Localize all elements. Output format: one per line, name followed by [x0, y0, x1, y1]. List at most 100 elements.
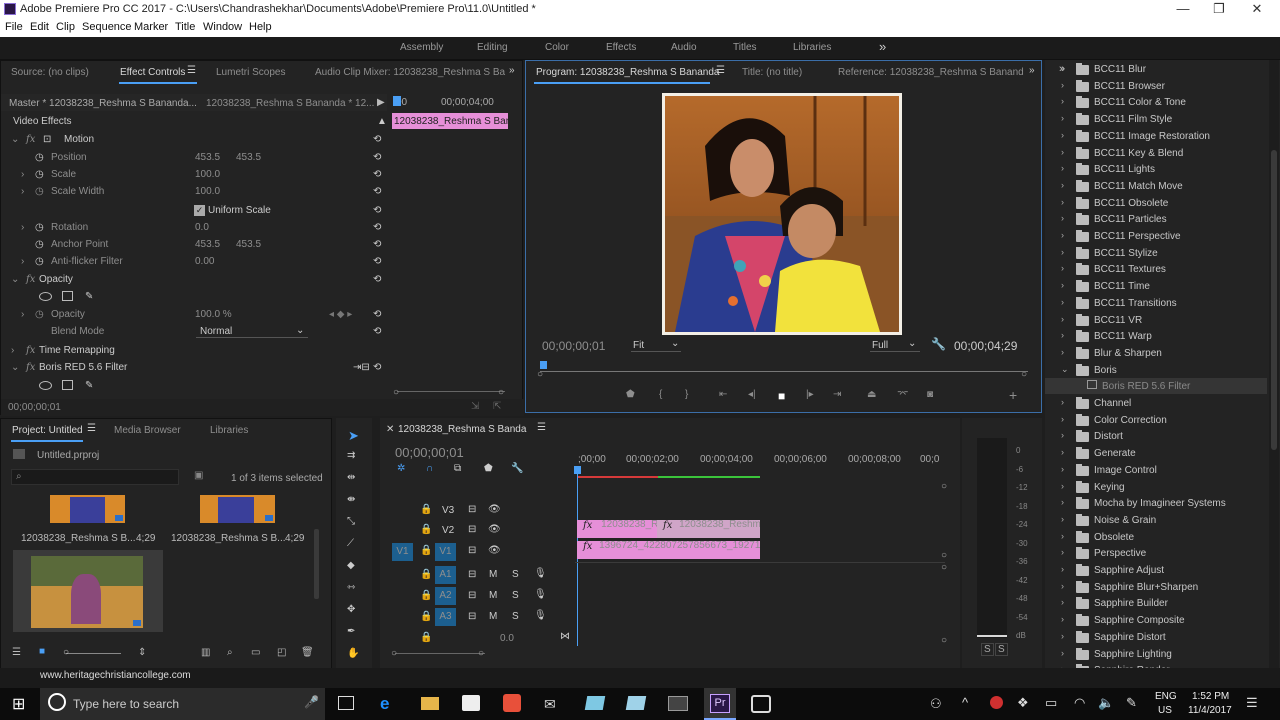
- mini-clip-bar[interactable]: 12038238_Reshma S Bana: [392, 113, 508, 129]
- fx-badge[interactable]: fx: [26, 134, 35, 145]
- expand-icon[interactable]: ›: [1061, 531, 1064, 541]
- effect-bin[interactable]: › Channel: [1045, 395, 1267, 411]
- expand-icon[interactable]: ›: [1061, 147, 1064, 157]
- stop-button-icon[interactable]: ■: [778, 389, 785, 403]
- expand-icon[interactable]: ›: [1061, 130, 1064, 140]
- tab-project[interactable]: Project: Untitled: [12, 425, 83, 436]
- clip-thumbnail-1[interactable]: [50, 495, 125, 523]
- effect-bin[interactable]: › BCC11 VR: [1045, 312, 1267, 328]
- menu-help[interactable]: Help: [249, 21, 272, 33]
- ruler-zoom-right-handle[interactable]: ○: [1021, 369, 1027, 380]
- menu-marker[interactable]: Marker: [134, 21, 168, 33]
- effect-bin[interactable]: › BCC11 Textures: [1045, 261, 1267, 277]
- track-label[interactable]: A2: [435, 587, 456, 605]
- project-scrollbar[interactable]: [314, 529, 319, 599]
- expand-icon[interactable]: ›: [21, 256, 24, 267]
- effect-bin[interactable]: › Sapphire Builder: [1045, 595, 1267, 611]
- mute-button[interactable]: M: [489, 569, 497, 580]
- mail-icon[interactable]: ✉: [544, 696, 556, 713]
- menu-clip[interactable]: Clip: [56, 21, 75, 33]
- expand-icon[interactable]: ›: [1061, 197, 1064, 207]
- solo-button[interactable]: S: [512, 611, 519, 622]
- workspace-color[interactable]: Color: [545, 42, 569, 53]
- expand-tabs-icon[interactable]: »: [1029, 65, 1035, 76]
- solo-button[interactable]: S: [512, 590, 519, 601]
- expand-icon[interactable]: ›: [1061, 430, 1064, 440]
- region-indicator[interactable]: US: [1158, 705, 1172, 716]
- keyframe-nav-icon[interactable]: ◂ ◆ ▸: [329, 309, 352, 320]
- sync-lock-icon[interactable]: ⊟: [468, 611, 476, 622]
- effect-bin[interactable]: › BCC11 Lights: [1045, 161, 1267, 177]
- panel-menu-icon[interactable]: ☰: [537, 422, 546, 433]
- fx-badge[interactable]: fx: [26, 345, 35, 356]
- source-patch-v1[interactable]: V1: [392, 543, 413, 561]
- expand-icon[interactable]: ›: [1061, 280, 1064, 290]
- effect-bin[interactable]: › BCC11 Key & Blend: [1045, 145, 1267, 161]
- effect-bin[interactable]: › BCC11 Film Style: [1045, 111, 1267, 127]
- microphone-icon[interactable]: 🎙: [534, 568, 547, 579]
- stopwatch-icon[interactable]: ◷: [35, 222, 44, 233]
- zoom-handle-right[interactable]: ○: [478, 648, 484, 659]
- timeline-clip-v1[interactable]: fx 1396724_422807257856673_192710: [577, 541, 760, 559]
- app-icon[interactable]: [751, 695, 771, 713]
- windows-start-icon[interactable]: ⊞: [12, 694, 25, 714]
- master-volume-value[interactable]: 0.0: [500, 633, 514, 644]
- file-explorer-icon[interactable]: [421, 697, 439, 710]
- eye-icon[interactable]: 👁: [488, 504, 501, 515]
- export-frame-icon[interactable]: ◙: [927, 389, 933, 400]
- lock-icon[interactable]: 🔒: [420, 545, 432, 556]
- effect-bin[interactable]: › BCC11 Warp: [1045, 328, 1267, 344]
- play-only-icon[interactable]: ▶: [377, 97, 385, 108]
- reset-icon[interactable]: ⟲: [373, 134, 381, 145]
- cortana-icon[interactable]: [48, 693, 66, 711]
- nest-toggle-icon[interactable]: ✲: [397, 463, 405, 474]
- expand-icon[interactable]: ›: [1061, 63, 1064, 73]
- tab-program[interactable]: Program: 12038238_Reshma S Bananda: [536, 67, 719, 78]
- effect-bin[interactable]: › BCC11 Color & Tone: [1045, 94, 1267, 110]
- effect-bin[interactable]: ⌄ Boris: [1045, 362, 1267, 378]
- app-icon[interactable]: [668, 696, 688, 711]
- blend-mode-dropdown[interactable]: Normal ⌄: [196, 324, 308, 338]
- razor-tool-icon[interactable]: ⟋: [347, 538, 354, 549]
- playhead-handle[interactable]: [574, 466, 581, 474]
- effect-bin[interactable]: › Image Control: [1045, 462, 1267, 478]
- track-select-tool-icon[interactable]: ⇉: [347, 450, 355, 461]
- export-icon[interactable]: ⇱: [493, 401, 501, 412]
- tab-sequence[interactable]: 12038238_Reshma S Banda: [398, 424, 526, 435]
- position-x-value[interactable]: 453.5: [195, 152, 220, 163]
- ruler-zoom-left-handle[interactable]: ○: [537, 369, 543, 380]
- mark-out-icon[interactable]: }: [685, 389, 688, 400]
- sync-lock-icon[interactable]: ⊟: [468, 504, 476, 515]
- effect-bin[interactable]: › Sapphire Blur+Sharpen: [1045, 579, 1267, 595]
- filter-icon[interactable]: ⇲: [471, 401, 479, 412]
- zoom-handle-left[interactable]: ○: [391, 648, 397, 659]
- expand-icon[interactable]: ›: [21, 309, 24, 320]
- track-label[interactable]: A1: [435, 566, 456, 584]
- track-label[interactable]: V3: [442, 505, 454, 516]
- workspace-editing[interactable]: Editing: [477, 42, 508, 53]
- slide-tool-icon[interactable]: ⇿: [347, 582, 355, 593]
- slide-arrows-icon[interactable]: ✥: [347, 604, 355, 615]
- track-label[interactable]: V2: [442, 525, 454, 536]
- action-center-icon[interactable]: ☰: [1246, 695, 1258, 711]
- ellipse-mask-icon[interactable]: [39, 381, 52, 390]
- lock-icon[interactable]: 🔒: [420, 632, 432, 643]
- thumbnail-size-slider[interactable]: [66, 653, 121, 654]
- antiflicker-value[interactable]: 0.00: [195, 256, 214, 267]
- app-icon[interactable]: [503, 694, 521, 712]
- extract-icon[interactable]: ⌤: [897, 389, 909, 400]
- store-icon[interactable]: [462, 695, 480, 711]
- reset-icon[interactable]: ⟲: [373, 326, 381, 337]
- fx-badge[interactable]: fx: [26, 362, 35, 373]
- expand-icon[interactable]: ›: [21, 169, 24, 180]
- add-marker-icon[interactable]: ⬟: [626, 389, 635, 400]
- tab-media-browser[interactable]: Media Browser: [114, 425, 181, 436]
- effect-controls-timecode[interactable]: 00;00;00;01: [8, 402, 61, 413]
- panel-menu-icon[interactable]: ☰: [187, 65, 196, 76]
- lock-icon[interactable]: 🔒: [420, 504, 432, 515]
- volume-icon[interactable]: 🔈: [1098, 695, 1114, 711]
- premiere-taskbar-button[interactable]: Pr: [704, 688, 736, 720]
- master-clip-label[interactable]: Master * 12038238_Reshma S Bananda...: [9, 98, 197, 109]
- expand-icon[interactable]: ›: [1061, 481, 1064, 491]
- collapse-icon[interactable]: ⌄: [11, 134, 19, 145]
